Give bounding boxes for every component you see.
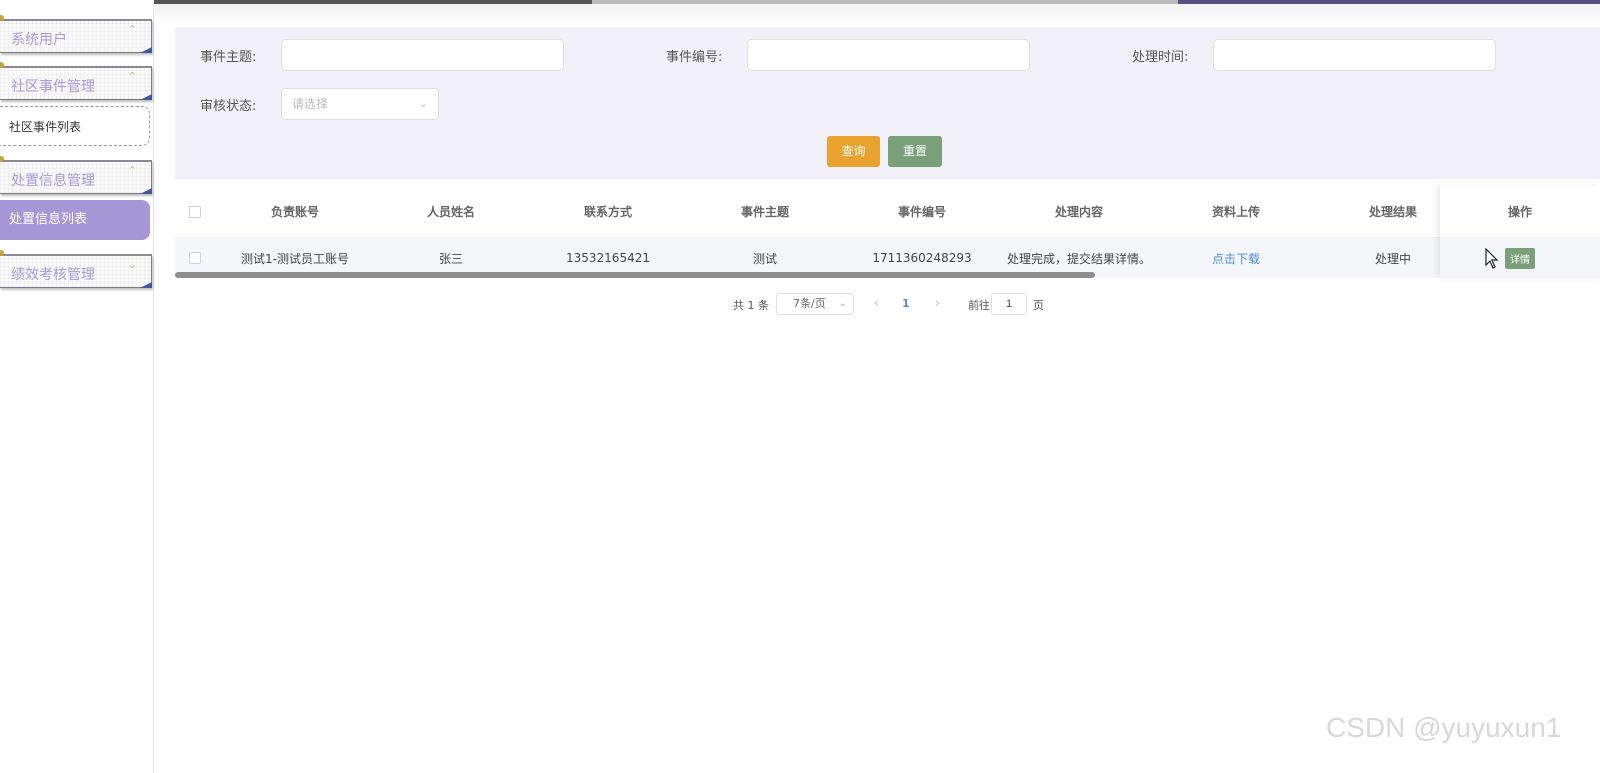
page-size-value: 7条/页 — [793, 297, 826, 310]
menu-performance[interactable]: 绩效考核管理 ⌄ — [0, 250, 152, 288]
chevron-down-icon: ⌄ — [127, 258, 137, 271]
time-input[interactable] — [1213, 39, 1496, 71]
reset-button[interactable]: 重置 — [888, 136, 942, 167]
tab-strip-line — [592, 0, 1178, 4]
menu-label: 绩效考核管理 — [11, 267, 95, 283]
filter-panel: 事件主题: 事件编号: 处理时间: 审核状态: 请选择 ⌄ 查询 重置 — [175, 27, 1600, 179]
pin-icon — [0, 156, 4, 162]
detail-button[interactable]: 详情 — [1505, 247, 1535, 269]
table-header: 负责账号 人员姓名 联系方式 事件主题 事件编号 处理内容 资料上传 处理结果 — [175, 186, 1600, 238]
cell-upload: 点击下载 — [1157, 238, 1315, 278]
menu-label: 社区事件管理 — [11, 79, 95, 95]
tab-strip-line — [1178, 0, 1600, 4]
chevron-up-icon: ⌃ — [127, 164, 137, 177]
action-column: 操作 详情 — [1440, 186, 1600, 278]
row-checkbox[interactable] — [189, 252, 201, 264]
subject-input[interactable] — [281, 39, 564, 71]
menu-label: 系统用户 — [11, 32, 67, 48]
mouse-pointer-icon — [1485, 248, 1499, 269]
pin-icon — [0, 250, 4, 256]
status-select[interactable]: 请选择 ⌄ — [281, 88, 439, 120]
menu-disposal-info[interactable]: 处置信息管理 ⌃ — [0, 156, 152, 194]
pin-icon — [0, 62, 4, 68]
header-content[interactable]: 处理内容 — [1001, 186, 1157, 237]
chevron-down-icon: ⌄ — [418, 97, 428, 110]
watermark: CSDN @yuyuxun1 — [1326, 712, 1562, 743]
corner-fold — [140, 94, 152, 100]
pin-icon — [0, 15, 4, 21]
search-button[interactable]: 查询 — [827, 136, 880, 167]
status-label: 审核状态: — [200, 99, 257, 114]
number-input[interactable] — [747, 39, 1030, 71]
menu-label: 处置信息管理 — [11, 173, 95, 189]
sidebar-item-event-list[interactable]: 社区事件列表 — [0, 106, 150, 146]
cell-action: 详情 — [1440, 238, 1600, 278]
header-number[interactable]: 事件编号 — [843, 186, 1001, 237]
horizontal-scrollbar[interactable] — [175, 272, 1095, 278]
chevron-up-icon: ⌃ — [127, 23, 137, 36]
page-size-select[interactable]: 7条/页 ⌄ — [776, 293, 854, 315]
page-number-current[interactable]: 1 — [902, 297, 910, 310]
corner-fold — [140, 188, 152, 194]
subject-label: 事件主题: — [200, 50, 257, 65]
sidebar: 系统用户 ⌃ 社区事件管理 ⌃ 社区事件列表 处置信息管理 ⌃ 处置信息列表 绩… — [0, 0, 154, 773]
select-all-cell — [187, 186, 203, 237]
pagination-total: 共 1 条 — [733, 299, 769, 312]
header-phone[interactable]: 联系方式 — [529, 186, 687, 237]
header-upload[interactable]: 资料上传 — [1157, 186, 1315, 237]
menu-community-events[interactable]: 社区事件管理 ⌃ — [0, 62, 152, 100]
number-label: 事件编号: — [666, 50, 723, 65]
sidebar-item-disposal-list[interactable]: 处置信息列表 — [0, 200, 150, 240]
chevron-up-icon: ⌃ — [127, 70, 137, 83]
goto-page-input[interactable] — [991, 293, 1027, 315]
corner-fold — [140, 282, 152, 288]
menu-system-users[interactable]: 系统用户 ⌃ — [0, 15, 152, 53]
goto-prefix: 前往 — [968, 299, 990, 312]
chevron-down-icon: ⌄ — [838, 298, 847, 309]
header-account[interactable]: 负责账号 — [217, 186, 373, 237]
time-label: 处理时间: — [1132, 50, 1189, 65]
top-bar — [0, 0, 1600, 26]
next-page-icon[interactable]: › — [935, 296, 940, 310]
prev-page-icon[interactable]: ‹ — [874, 296, 879, 310]
status-placeholder: 请选择 — [292, 97, 329, 111]
corner-fold — [140, 47, 152, 53]
goto-suffix: 页 — [1033, 299, 1044, 312]
data-table: 负责账号 人员姓名 联系方式 事件主题 事件编号 处理内容 资料上传 处理结果 … — [175, 186, 1600, 280]
header-subject[interactable]: 事件主题 — [687, 186, 843, 237]
header-action: 操作 — [1440, 186, 1600, 238]
header-name[interactable]: 人员姓名 — [373, 186, 529, 237]
select-all-checkbox[interactable] — [189, 205, 201, 218]
tab-strip-line — [152, 0, 592, 4]
download-link[interactable]: 点击下载 — [1212, 250, 1260, 267]
